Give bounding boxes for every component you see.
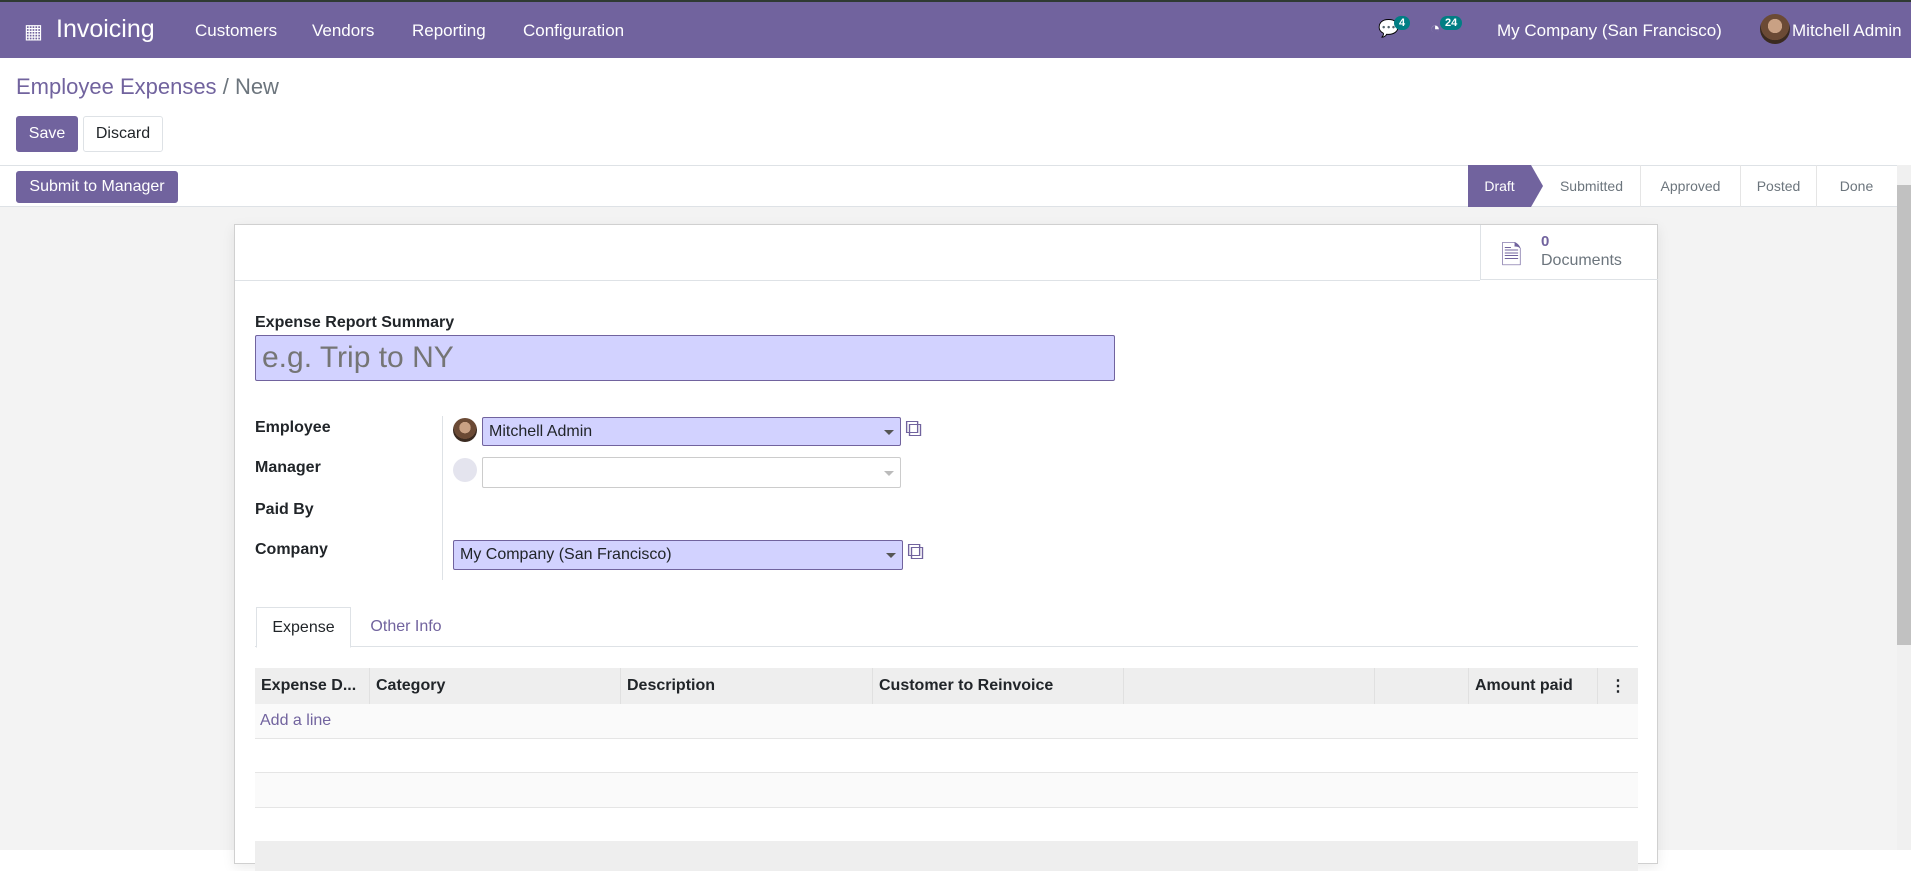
status-done[interactable]: Done — [1816, 165, 1896, 207]
optional-columns-icon[interactable]: ⋮ — [1598, 668, 1638, 704]
scrollbar[interactable] — [1897, 165, 1911, 850]
chevron-down-icon — [884, 429, 894, 435]
form-sheet: 🗎 0 Documents Expense Report Summary Emp… — [234, 224, 1658, 871]
manager-select[interactable] — [482, 457, 901, 488]
apps-menu-icon[interactable]: ▦ — [24, 19, 43, 44]
menu-reporting[interactable]: Reporting — [412, 21, 486, 41]
user-menu[interactable]: Mitchell Admin — [1792, 21, 1902, 41]
menu-customers[interactable]: Customers — [195, 21, 277, 41]
chevron-down-icon — [884, 470, 894, 476]
company-select[interactable]: My Company (San Francisco) — [453, 540, 903, 570]
tab-other-info[interactable]: Other Info — [351, 607, 461, 647]
table-header: Expense D... Category Description Custom… — [255, 668, 1638, 704]
table-row — [255, 739, 1638, 773]
status-posted[interactable]: Posted — [1740, 165, 1816, 207]
user-avatar[interactable] — [1760, 14, 1790, 44]
employee-value: Mitchell Admin — [489, 422, 593, 440]
document-icon: 🗎 — [1501, 240, 1522, 270]
documents-button[interactable]: 🗎 0 Documents — [1480, 225, 1658, 280]
column-category[interactable]: Category — [370, 668, 621, 704]
column-amount-paid[interactable]: Amount paid — [1469, 668, 1598, 704]
breadcrumb: Employee Expenses / New — [16, 74, 279, 100]
table-row — [255, 773, 1638, 808]
table-row: Add a line — [255, 704, 1638, 739]
status-approved[interactable]: Approved — [1640, 165, 1740, 207]
company-label: Company — [255, 541, 328, 558]
save-button[interactable]: Save — [16, 116, 78, 152]
top-navbar: ▦ Invoicing Customers Vendors Reporting … — [0, 0, 1911, 58]
column-customer-to-reinvoice[interactable]: Customer to Reinvoice — [873, 668, 1124, 704]
summary-label: Expense Report Summary — [255, 314, 455, 331]
add-a-line-link[interactable]: Add a line — [260, 712, 331, 729]
expense-lines-table: Expense D... Category Description Custom… — [255, 668, 1638, 871]
manager-label: Manager — [255, 459, 321, 476]
submit-to-manager-button[interactable]: Submit to Manager — [16, 171, 178, 203]
breadcrumb-parent[interactable]: Employee Expenses — [16, 74, 217, 99]
column-blank-2[interactable] — [1375, 668, 1469, 704]
column-blank-1[interactable] — [1124, 668, 1375, 704]
summary-input[interactable] — [255, 335, 1115, 381]
employee-select[interactable]: Mitchell Admin — [482, 417, 901, 446]
column-description[interactable]: Description — [621, 668, 873, 704]
status-draft[interactable]: Draft — [1468, 165, 1531, 207]
group-divider — [442, 416, 443, 580]
manager-avatar-placeholder — [453, 458, 477, 482]
tab-expense[interactable]: Expense — [256, 607, 351, 648]
discard-button[interactable]: Discard — [83, 116, 163, 152]
company-value: My Company (San Francisco) — [460, 546, 672, 563]
employee-label: Employee — [255, 419, 331, 436]
tabs: Expense Other Info — [255, 607, 1638, 648]
activities-badge: 24 — [1440, 16, 1463, 30]
activities-icon[interactable]: ◔ — [1430, 19, 1440, 39]
external-link-icon[interactable]: ⧉ — [905, 415, 922, 443]
column-expense-date[interactable]: Expense D... — [255, 668, 370, 704]
app-name[interactable]: Invoicing — [56, 15, 155, 44]
breadcrumb-separator: / — [222, 74, 229, 99]
employee-avatar — [453, 418, 477, 442]
breadcrumb-current: New — [234, 74, 279, 99]
table-footer — [255, 841, 1638, 871]
paid-by-label: Paid By — [255, 501, 314, 518]
external-link-icon[interactable]: ⧉ — [907, 538, 924, 566]
menu-vendors[interactable]: Vendors — [312, 21, 374, 41]
menu-configuration[interactable]: Configuration — [523, 21, 624, 41]
company-switcher[interactable]: My Company (San Francisco) — [1497, 21, 1722, 41]
messages-badge: 4 — [1394, 16, 1411, 30]
status-submitted[interactable]: Submitted — [1543, 165, 1640, 207]
documents-count: 0 — [1541, 233, 1550, 250]
status-draft-arrow — [1531, 165, 1543, 207]
sheet-divider — [235, 280, 1480, 281]
chevron-down-icon — [886, 553, 896, 558]
documents-label: Documents — [1541, 252, 1622, 269]
